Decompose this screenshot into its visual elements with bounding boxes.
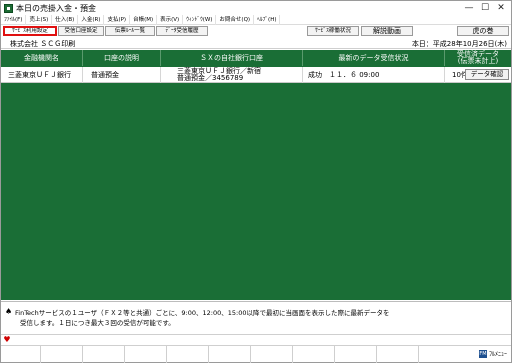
notice-line2: 受信します。１日につき最大３回の受信が可能です。: [20, 319, 175, 327]
cell-bank: 三菱東京ＵＦＪ銀行: [1, 67, 83, 83]
heart-icon: ♥: [3, 335, 11, 344]
account-settings-button[interactable]: 受信口座設定: [58, 26, 104, 36]
function-slot[interactable]: [125, 346, 167, 363]
function-slot[interactable]: [41, 346, 83, 363]
toolbar: ｻｰﾋﾞｽ利用設定 受信口座設定 伝票ﾙｰﾙ一覧 ﾃﾞｰﾀ受信履歴 ｻｰﾋﾞｽ稼…: [1, 25, 511, 37]
tora-no-maki-button[interactable]: 虎の巻: [457, 26, 509, 36]
title-bar: 本日の売掛入金・預金 — ☐ ✕: [1, 1, 511, 15]
function-slot[interactable]: [377, 346, 419, 363]
minimize-icon[interactable]: —: [461, 2, 477, 14]
cell-sx-account-line2: 普通預金／3456789: [177, 74, 244, 82]
function-slot[interactable]: [251, 346, 293, 363]
window-title: 本日の売掛入金・預金: [16, 3, 96, 13]
header-bank: 金融機関名: [1, 50, 83, 66]
window-controls: — ☐ ✕: [461, 2, 509, 14]
function-slot[interactable]: [167, 346, 209, 363]
service-status-button[interactable]: ｻｰﾋﾞｽ稼働状況: [307, 26, 359, 36]
function-slot[interactable]: [335, 346, 377, 363]
account-table: 金融機関名 口座の説明 ＳＸの自社銀行口座 最新のデータ受信状況 受信済データ …: [1, 50, 511, 300]
header-received-line2: (伝票未計上): [457, 57, 499, 65]
menu-view[interactable]: 表示(V): [157, 14, 184, 25]
function-slot[interactable]: [293, 346, 335, 363]
table-header: 金融機関名 口座の説明 ＳＸの自社銀行口座 最新のデータ受信状況 受信済データ …: [1, 50, 511, 66]
header-status: 最新のデータ受信状況: [303, 50, 445, 66]
menu-help[interactable]: ﾍﾙﾌﾟ(H): [254, 14, 281, 25]
today-date: 本日：平成28年10月26日(木): [411, 40, 507, 48]
header-received: 受信済データ (伝票未計上): [445, 50, 511, 66]
menu-receipt[interactable]: 入金(R): [78, 14, 105, 25]
header-sx-account: ＳＸの自社銀行口座: [161, 50, 303, 66]
function-slot[interactable]: [1, 346, 41, 363]
data-receive-history-button[interactable]: ﾃﾞｰﾀ受信履歴: [156, 26, 208, 36]
maximize-icon[interactable]: ☐: [477, 2, 493, 14]
function-slot[interactable]: [83, 346, 125, 363]
cell-sx-account: 三菱東京ＵＦＪ銀行／新宿 普通預金／3456789: [161, 67, 303, 83]
table-row[interactable]: 三菱東京ＵＦＪ銀行 普通預金 三菱東京ＵＦＪ銀行／新宿 普通預金／3456789…: [1, 67, 511, 83]
function-slot[interactable]: [209, 346, 251, 363]
close-icon[interactable]: ✕: [493, 2, 509, 14]
notice-panel: ♠ FinTechサービスの１ユーザ（ＦＸ２等と共通）ごとに、9:00、12:0…: [1, 301, 511, 333]
menu-payment[interactable]: 支払(P): [104, 14, 131, 25]
notice-line1: FinTechサービスの１ユーザ（ＦＸ２等と共通）ごとに、9:00、12:00、…: [15, 309, 390, 317]
header-description: 口座の説明: [83, 50, 161, 66]
cell-status: 成功 １１．６ 09:00: [303, 67, 445, 83]
app-window: 本日の売掛入金・預金 — ☐ ✕ ﾌｧｲﾙ(F) 売上(S) 仕入(B) 入金(…: [0, 0, 512, 363]
tutorial-video-button[interactable]: 解説動画: [361, 26, 413, 36]
company-name: 株式会社 ＳＣＧ印刷: [10, 40, 76, 48]
full-menu-button[interactable]: FM ﾌﾙﾒﾆｭｰ: [478, 348, 507, 359]
menu-contact[interactable]: お問合せ(Q): [216, 14, 255, 25]
app-icon: [4, 3, 13, 13]
service-settings-button[interactable]: ｻｰﾋﾞｽ利用設定: [3, 26, 57, 36]
menu-ledger[interactable]: 台帳(M): [130, 14, 158, 25]
full-menu-label: ﾌﾙﾒﾆｭｰ: [488, 351, 507, 358]
full-menu-icon: FM: [478, 349, 487, 358]
function-key-bar: [1, 345, 511, 363]
info-bar: 株式会社 ＳＣＧ印刷 本日：平成28年10月26日(木): [1, 38, 511, 49]
spade-icon: ♠: [5, 307, 13, 316]
data-confirm-button[interactable]: データ確認: [465, 69, 509, 80]
menu-file[interactable]: ﾌｧｲﾙ(F): [1, 14, 27, 25]
cell-received: 10件 データ確認: [445, 67, 511, 83]
menu-window[interactable]: ｳｨﾝﾄﾞｳ(W): [183, 14, 217, 25]
status-bar: ♥: [1, 334, 511, 344]
menu-sales[interactable]: 売上(S): [26, 14, 53, 25]
cell-description: 普通預金: [83, 67, 161, 83]
slip-list-button[interactable]: 伝票ﾙｰﾙ一覧: [105, 26, 155, 36]
menu-purchase[interactable]: 仕入(B): [52, 14, 79, 25]
menu-bar: ﾌｧｲﾙ(F) 売上(S) 仕入(B) 入金(R) 支払(P) 台帳(M) 表示…: [1, 14, 511, 25]
